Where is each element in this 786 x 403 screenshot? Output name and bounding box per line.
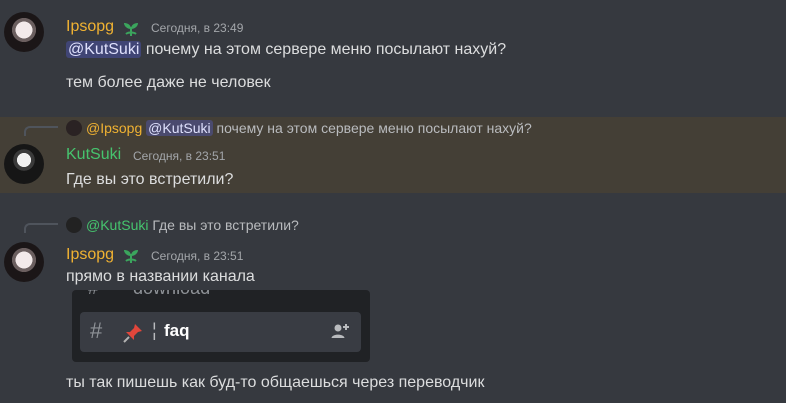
- timestamp: Сегодня, в 23:51: [151, 249, 244, 263]
- sprout-badge-icon: [124, 250, 138, 263]
- sprout-badge-icon: [124, 23, 138, 36]
- author-name[interactable]: Ipsopg: [66, 17, 114, 37]
- avatar[interactable]: [4, 242, 44, 282]
- reply-preview[interactable]: @Ipsopg @KutSuki почему на этом сервере …: [66, 119, 532, 137]
- user-mention[interactable]: @KutSuki: [146, 120, 213, 136]
- pin-icon: [123, 324, 142, 343]
- message-text: Где вы это встретили?: [66, 171, 234, 188]
- message-1: Ipsopg Сегодня, в 23:49 @KutSuki почему …: [0, 0, 786, 110]
- channel-name: faq: [164, 321, 190, 340]
- author-name[interactable]: KutSuki: [66, 145, 121, 165]
- reply-author[interactable]: @Ipsopg: [86, 120, 142, 136]
- avatar[interactable]: [4, 144, 44, 184]
- hash-icon: #: [90, 318, 103, 343]
- user-mention[interactable]: @KutSuki: [66, 41, 142, 58]
- separator: ¦: [152, 320, 157, 340]
- message-text: @KutSuki почему на этом сервере меню пос…: [66, 39, 506, 61]
- reply-text: почему на этом сервере меню посылают нах…: [216, 120, 532, 136]
- reply-preview[interactable]: @KutSuki Где вы это встретили?: [66, 216, 299, 234]
- message-text: прямо в названии канала: [66, 268, 255, 285]
- timestamp: Сегодня, в 23:49: [151, 21, 244, 35]
- timestamp: Сегодня, в 23:51: [133, 149, 226, 163]
- hash-icon: #: [88, 290, 98, 298]
- image-attachment[interactable]: # download # ¦ faq: [72, 290, 370, 362]
- mini-avatar: [66, 120, 82, 136]
- add-member-icon: [331, 324, 349, 338]
- message-content: почему на этом сервере меню посылают нах…: [145, 41, 507, 58]
- message-2: @Ipsopg @KutSuki почему на этом сервере …: [0, 117, 786, 193]
- message-text-2: тем более даже не человек: [66, 74, 271, 91]
- channel-name-cropped: download: [133, 290, 210, 298]
- reply-connector: [24, 126, 58, 136]
- reply-text: Где вы это встретили?: [152, 217, 299, 233]
- author-name[interactable]: Ipsopg: [66, 245, 114, 265]
- message-text-2: ты так пишешь как буд-то общаешься через…: [66, 374, 485, 391]
- channel-row: # ¦ faq: [80, 312, 361, 352]
- avatar[interactable]: [4, 12, 44, 52]
- mini-avatar: [66, 217, 82, 233]
- cropped-channel-row: # download: [88, 290, 210, 299]
- reply-author[interactable]: @KutSuki: [86, 217, 148, 233]
- reply-connector: [24, 223, 58, 233]
- message-3: @KutSuki Где вы это встретили? Ipsopg Се…: [0, 214, 786, 403]
